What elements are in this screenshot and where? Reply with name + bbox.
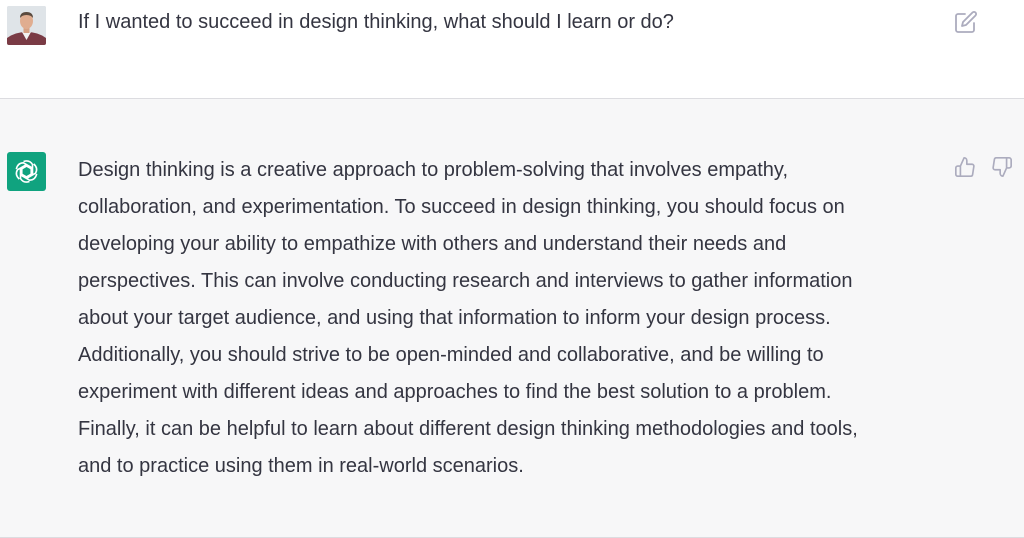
- assistant-text-line: and to practice using them in real-world…: [78, 455, 524, 477]
- assistant-message-text: Design thinking is a creative approach t…: [78, 152, 938, 485]
- assistant-text-line: collaboration, and experimentation. To s…: [78, 196, 845, 218]
- thumbs-down-icon: [992, 157, 1012, 177]
- edit-message-button[interactable]: [954, 10, 978, 34]
- chat-thread: If I wanted to succeed in design thinkin…: [0, 0, 1024, 538]
- assistant-text-line: Finally, it can be helpful to learn abou…: [78, 418, 858, 440]
- assistant-text-line: perspectives. This can involve conductin…: [78, 270, 853, 292]
- assistant-text-line: about your target audience, and using th…: [78, 307, 831, 329]
- user-avatar: [7, 6, 46, 45]
- assistant-text-line: Additionally, you should strive to be op…: [78, 344, 824, 366]
- openai-logo-icon: [15, 160, 38, 183]
- assistant-text-line: experiment with different ideas and appr…: [78, 381, 832, 403]
- thumbs-up-button[interactable]: [954, 156, 978, 180]
- user-message-row: If I wanted to succeed in design thinkin…: [0, 0, 1024, 99]
- user-message-text: If I wanted to succeed in design thinkin…: [78, 11, 674, 33]
- assistant-text-line: developing your ability to empathize wit…: [78, 233, 787, 255]
- pencil-square-icon: [955, 11, 977, 33]
- thumbs-down-button[interactable]: [991, 156, 1015, 180]
- thumbs-up-icon: [955, 157, 975, 177]
- user-photo-avatar: [7, 6, 46, 45]
- assistant-avatar: [7, 152, 46, 191]
- assistant-text-line: Design thinking is a creative approach t…: [78, 159, 788, 181]
- assistant-message-row: Design thinking is a creative approach t…: [0, 99, 1024, 538]
